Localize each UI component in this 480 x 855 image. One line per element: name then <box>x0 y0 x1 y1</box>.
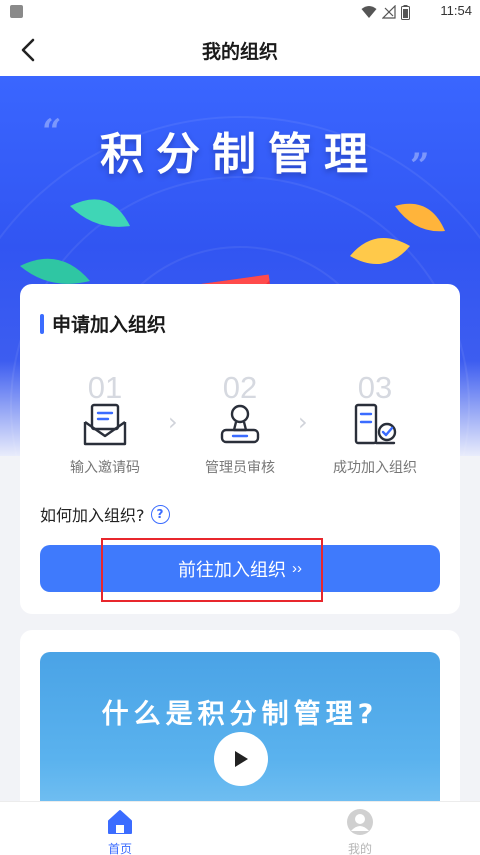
nav-bar: 我的组织 <box>0 24 480 76</box>
verified-document-icon <box>354 403 397 445</box>
step-2: 02 管理员审核 <box>175 370 305 477</box>
status-bar: 11:54 <box>0 0 480 24</box>
home-icon <box>108 810 132 834</box>
signal-icon <box>382 5 396 19</box>
help-icon[interactable]: ? <box>150 504 170 524</box>
profile-icon <box>347 809 373 835</box>
join-organization-button[interactable]: 前往加入组织 ›› <box>40 545 440 592</box>
step-3: 03 成功加入组织 <box>310 370 440 477</box>
tab-mine[interactable]: 我的 <box>320 808 400 855</box>
bottom-tab-bar: 首页 我的 <box>0 801 480 855</box>
play-button[interactable] <box>214 732 268 786</box>
status-time: 11:54 <box>440 3 472 18</box>
mail-icon <box>83 403 127 446</box>
step-arrow-icon: › <box>298 408 308 436</box>
notification-icon <box>10 5 23 18</box>
video-card: 什么是积分制管理? <box>20 630 460 830</box>
how-to-join[interactable]: 如何加入组织? ? <box>40 502 170 526</box>
heading-accent-bar <box>40 313 44 334</box>
play-icon <box>235 751 248 767</box>
tab-label: 我的 <box>347 842 372 855</box>
video-title: 什么是积分制管理? <box>101 699 379 730</box>
battery-icon <box>401 4 410 20</box>
page-title: 我的组织 <box>201 41 278 63</box>
wifi-icon <box>361 6 377 18</box>
join-button-label: 前往加入组织 <box>178 559 286 580</box>
double-chevron-icon: ›› <box>292 560 302 577</box>
step-label: 输入邀请码 <box>70 460 140 476</box>
tab-home[interactable]: 首页 <box>80 808 160 855</box>
stamp-icon <box>220 404 260 444</box>
hero-title: 积分制管理 <box>100 129 380 180</box>
section-heading-label: 申请加入组织 <box>52 314 167 336</box>
step-label: 成功加入组织 <box>333 460 417 476</box>
section-heading: 申请加入组织 <box>40 310 166 337</box>
how-to-join-text: 如何加入组织? <box>40 506 145 525</box>
step-label: 管理员审核 <box>205 460 275 476</box>
steps-row: 01 输入邀请码 › 02 管理员审核 › 03 成功加入组织 <box>20 370 460 480</box>
tab-label: 首页 <box>107 842 132 855</box>
apply-card: 申请加入组织 01 输入邀请码 › 02 管理员审核 › 03 成功加入组织 如… <box>20 284 460 614</box>
step-1: 01 输入邀请码 <box>40 370 170 477</box>
